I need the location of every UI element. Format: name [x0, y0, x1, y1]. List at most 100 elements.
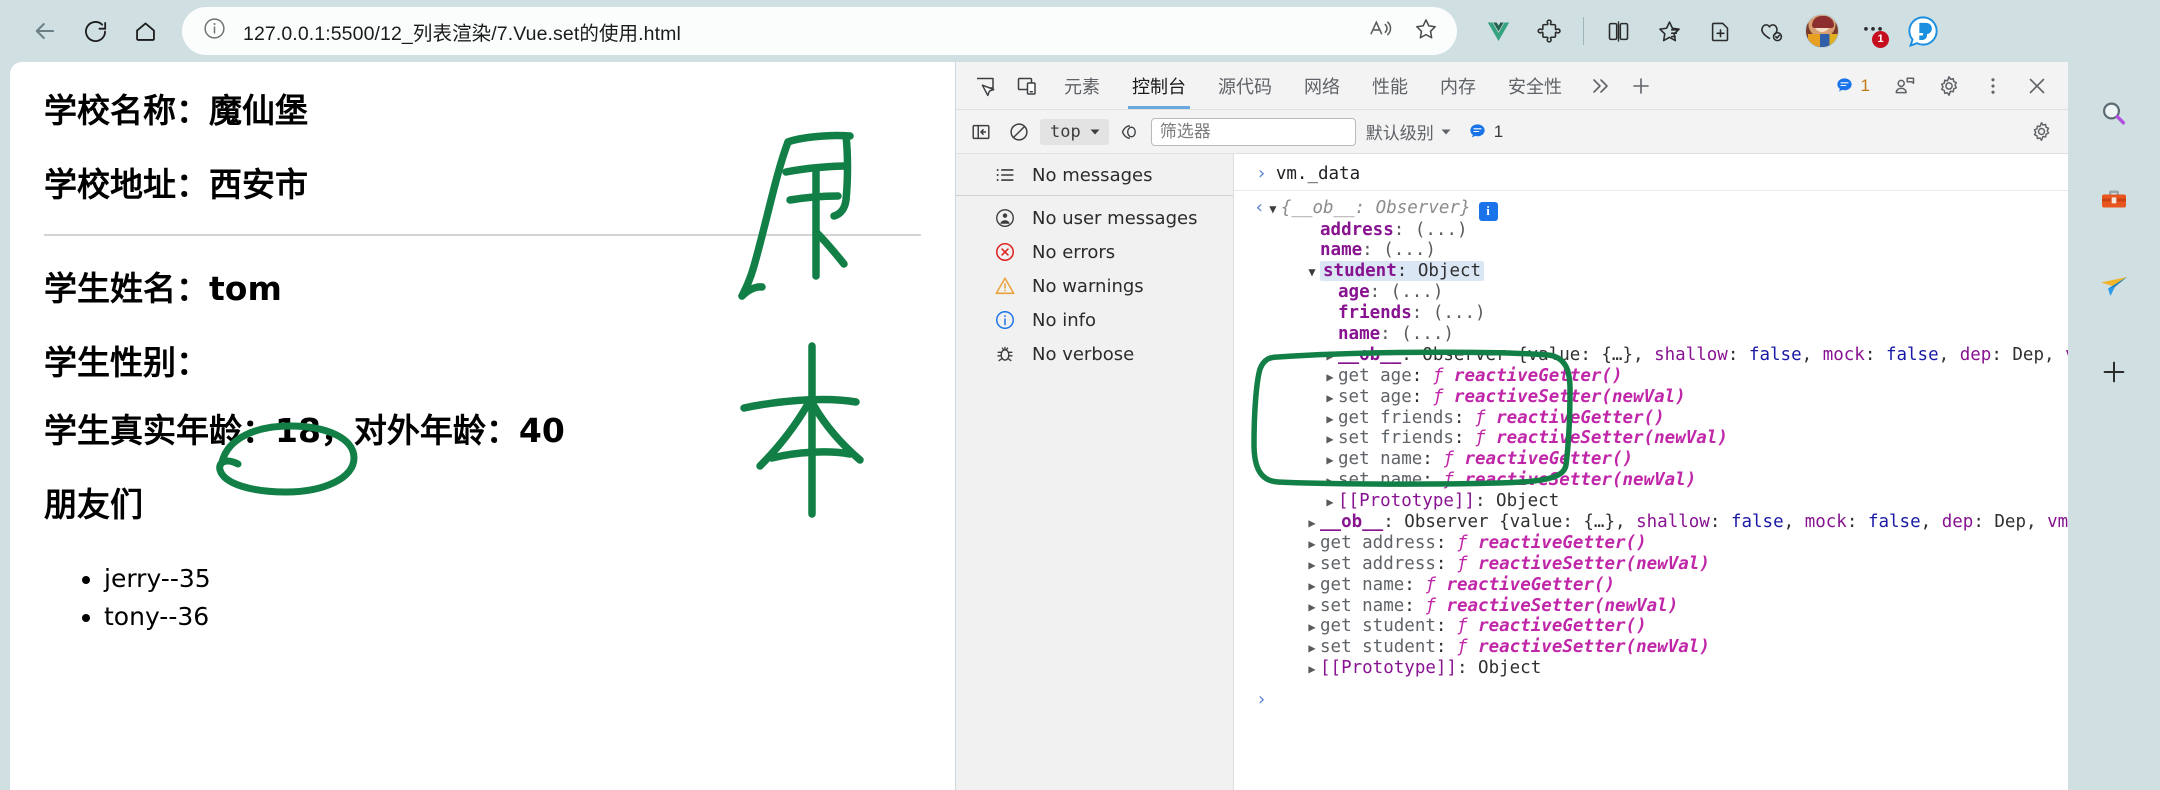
console-settings-gear-icon[interactable]: [2024, 117, 2058, 147]
object-tree-row[interactable]: ▶ [[Prototype]]: Object: [1234, 491, 2068, 512]
object-tree-row[interactable]: address: (...): [1234, 220, 2068, 241]
back-button[interactable]: [22, 8, 68, 54]
object-tree-row[interactable]: ▶ set friends: ƒ reactiveSetter(newVal): [1234, 428, 2068, 449]
object-tree-row[interactable]: ▶ get name: ƒ reactiveGetter(): [1234, 575, 2068, 596]
tab-network[interactable]: 网络: [1288, 62, 1356, 109]
feedback-icon[interactable]: [1884, 74, 1926, 98]
collapse-toggle-icon[interactable]: ▶: [1304, 579, 1320, 593]
object-tree-row[interactable]: name: (...): [1234, 324, 2068, 345]
object-tree-row-text: age: (...): [1338, 282, 1444, 303]
home-button[interactable]: [122, 8, 168, 54]
object-tree-row[interactable]: ▶ set name: ƒ reactiveSetter(newVal): [1234, 470, 2068, 491]
expand-toggle-icon[interactable]: ▼: [1304, 266, 1320, 279]
sidebar-item-user-messages[interactable]: No user messages: [956, 201, 1233, 235]
object-tree-row[interactable]: ▼ student: Object: [1234, 261, 2068, 282]
collapse-toggle-icon[interactable]: ▶: [1322, 349, 1338, 363]
collapse-toggle-icon[interactable]: ▶: [1304, 517, 1320, 530]
object-tree-row[interactable]: name: (...): [1234, 240, 2068, 261]
collapse-toggle-icon[interactable]: ▶: [1304, 537, 1320, 551]
tab-performance[interactable]: 性能: [1356, 62, 1424, 109]
execution-context-select[interactable]: top: [1040, 118, 1109, 145]
clear-console-icon[interactable]: [1002, 117, 1036, 147]
object-tree-row[interactable]: ▶ get friends: ƒ reactiveGetter(): [1234, 408, 2068, 429]
paper-plane-icon[interactable]: [2088, 260, 2140, 312]
console-prompt[interactable]: ›: [1234, 679, 2068, 710]
sidebar-item-verbose[interactable]: No verbose: [956, 337, 1233, 371]
object-tree-row[interactable]: ▶ __ob__: Observer {value: {…}, shallow: …: [1234, 345, 2068, 366]
console-output[interactable]: › vm._data ‹ ▼ {__ob__: Observer} i addr…: [1234, 154, 2068, 790]
object-tree-row[interactable]: friends: (...): [1234, 303, 2068, 324]
sidebar-item-label: No warnings: [1032, 275, 1144, 297]
info-badge-icon[interactable]: i: [1478, 201, 1498, 221]
toolbox-icon[interactable]: [2088, 174, 2140, 226]
kebab-menu-icon[interactable]: [1972, 75, 2014, 97]
school-name-heading: 学校名称：魔仙堡: [44, 91, 308, 130]
tab-sources[interactable]: 源代码: [1202, 62, 1288, 109]
read-aloud-icon[interactable]: [1368, 16, 1393, 46]
gear-icon[interactable]: [1928, 74, 1970, 98]
collapse-toggle-icon[interactable]: ▶: [1322, 496, 1338, 509]
filter-input[interactable]: [1150, 117, 1356, 146]
tab-memory[interactable]: 内存: [1424, 62, 1492, 109]
collapse-toggle-icon[interactable]: ▶: [1322, 433, 1338, 446]
profile-avatar[interactable]: [1799, 8, 1845, 54]
more-tabs-icon[interactable]: [1578, 62, 1620, 109]
tab-console[interactable]: 控制台: [1116, 62, 1202, 109]
object-tree-row[interactable]: ▶ set address: ƒ reactiveSetter(newVal): [1234, 554, 2068, 575]
collapse-toggle-icon[interactable]: ▶: [1304, 600, 1320, 614]
collapse-toggle-icon[interactable]: ▶: [1322, 391, 1338, 405]
sidebar-item-info[interactable]: No info: [956, 303, 1233, 337]
object-tree-row[interactable]: ▶ set student: ƒ reactiveSetter(newVal): [1234, 637, 2068, 658]
log-level-select[interactable]: 默认级别: [1360, 119, 1458, 144]
collapse-toggle-icon[interactable]: ▶: [1322, 412, 1338, 426]
collapse-toggle-icon[interactable]: ▶: [1322, 454, 1338, 467]
collapse-toggle-icon[interactable]: ▶: [1322, 475, 1338, 488]
console-sidebar-toggle-icon[interactable]: [964, 117, 998, 147]
result-header-line[interactable]: ‹ ▼ {__ob__: Observer} i: [1234, 197, 2068, 221]
inspect-element-icon[interactable]: [964, 62, 1006, 109]
collapse-toggle-icon[interactable]: ▶: [1304, 621, 1320, 634]
object-tree-row[interactable]: ▶ get student: ƒ reactiveGetter(): [1234, 616, 2068, 637]
favorite-icon[interactable]: [1413, 16, 1439, 47]
object-tree-row[interactable]: ▶ set name: ƒ reactiveSetter(newVal): [1234, 596, 2068, 617]
split-screen-icon[interactable]: [1595, 8, 1641, 54]
copilot-button[interactable]: [1901, 9, 1945, 53]
object-tree-row[interactable]: ▶ get name: ƒ reactiveGetter(): [1234, 449, 2068, 470]
collapse-toggle-icon[interactable]: ▶: [1304, 558, 1320, 572]
extensions-icon[interactable]: [1526, 8, 1572, 54]
add-page-icon[interactable]: [1697, 8, 1743, 54]
address-bar[interactable]: 127.0.0.1:5500/12_列表渲染/7.Vue.set的使用.html: [182, 7, 1457, 55]
plus-icon[interactable]: [2088, 346, 2140, 398]
object-tree-row[interactable]: age: (...): [1234, 282, 2068, 303]
object-tree-row[interactable]: ▶ get age: ƒ reactiveGetter(): [1234, 366, 2068, 387]
vue-devtools-icon[interactable]: [1475, 8, 1521, 54]
collections-icon[interactable]: [1646, 8, 1692, 54]
collapse-toggle-icon[interactable]: ▶: [1322, 370, 1338, 384]
collapse-toggle-icon[interactable]: ▶: [1304, 663, 1320, 676]
browser-essentials-icon[interactable]: [1748, 8, 1794, 54]
object-tree-row[interactable]: ▶ set age: ƒ reactiveSetter(newVal): [1234, 387, 2068, 408]
tab-elements[interactable]: 元素: [1048, 62, 1116, 109]
level-value: 默认级别: [1365, 124, 1434, 144]
sidebar-item-errors[interactable]: No errors: [956, 235, 1233, 269]
close-icon[interactable]: [2016, 74, 2058, 98]
more-button[interactable]: 1: [1850, 8, 1896, 54]
expand-toggle-icon[interactable]: ▼: [1265, 203, 1281, 216]
collapse-toggle-icon[interactable]: ▶: [1304, 642, 1320, 655]
site-info-icon[interactable]: [202, 16, 227, 46]
devtools-tabbar: 元素 控制台 源代码 网络 性能 内存 安全性 1: [956, 62, 2068, 110]
object-tree-row[interactable]: ▶ [[Prototype]]: Object: [1234, 658, 2068, 679]
object-tree-row[interactable]: ▶ __ob__: Observer {value: {…}, shallow: …: [1234, 512, 2068, 533]
tab-label: 内存: [1440, 76, 1476, 98]
sidebar-item-messages[interactable]: No messages: [956, 158, 1233, 196]
sidebar-item-warnings[interactable]: No warnings: [956, 269, 1233, 303]
console-issue-count[interactable]: 1: [1462, 122, 1503, 142]
live-expression-icon[interactable]: [1113, 117, 1147, 147]
add-tab-icon[interactable]: [1620, 62, 1662, 109]
search-icon[interactable]: [2088, 88, 2140, 140]
issues-badge[interactable]: 1: [1823, 76, 1882, 96]
object-tree-row[interactable]: ▶ get address: ƒ reactiveGetter(): [1234, 533, 2068, 554]
refresh-button[interactable]: [72, 8, 118, 54]
device-toolbar-icon[interactable]: [1006, 62, 1048, 109]
tab-security[interactable]: 安全性: [1492, 62, 1578, 109]
